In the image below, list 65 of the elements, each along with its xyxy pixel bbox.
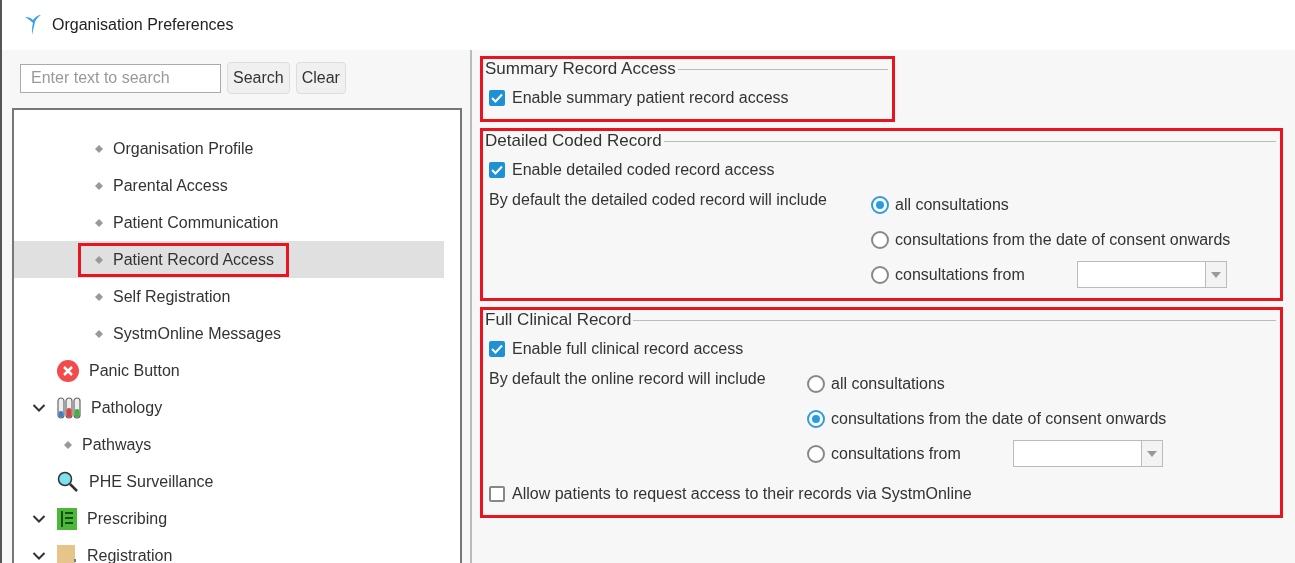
group-title: Full Clinical Record: [485, 310, 633, 330]
tree-item[interactable]: Pathology: [14, 389, 444, 426]
date-dropdown[interactable]: [1077, 261, 1227, 288]
radio-button[interactable]: [807, 444, 825, 463]
chevron-down-icon[interactable]: [32, 402, 46, 413]
checkbox-label: Allow patients to request access to their records via SystmOnline: [512, 485, 972, 503]
highlight-frame: Patient Record Access: [78, 242, 289, 277]
tree-item[interactable]: Organisation Profile: [14, 130, 444, 167]
radio-button[interactable]: [807, 409, 825, 428]
caret-icon: [1147, 450, 1157, 457]
chevron-down-icon[interactable]: [32, 550, 46, 561]
checkbox-label: Enable detailed coded record access: [512, 161, 775, 179]
bullet-icon: [95, 181, 103, 190]
checkbox[interactable]: [489, 341, 505, 357]
group-title: Detailed Coded Record: [485, 131, 663, 151]
checkmark-icon: [491, 93, 503, 103]
search-icon: [57, 470, 79, 493]
date-dropdown[interactable]: [1013, 440, 1163, 467]
search-button[interactable]: Search: [227, 62, 290, 94]
checkbox-label: Enable full clinical record access: [512, 340, 744, 358]
tree-item[interactable]: Registration: [14, 537, 444, 563]
app-logo-icon: [24, 14, 42, 36]
group-label: By default the detailed coded record will include: [489, 190, 828, 210]
error-icon: [57, 359, 79, 382]
option-label: consultations from the date of consent onwards: [831, 409, 1167, 428]
group-label: By default the online record will include: [489, 369, 767, 389]
bullet-icon: [95, 292, 103, 301]
tree-item[interactable]: Panic Button: [14, 352, 444, 389]
option-label: all consultations: [895, 195, 1009, 214]
tree-item[interactable]: SystmOnline Messages: [14, 315, 444, 352]
radio-button[interactable]: [871, 265, 889, 284]
folder-icon: [57, 544, 77, 563]
checkmark-icon: [491, 165, 503, 175]
bullet-icon: [95, 144, 103, 153]
radio-button[interactable]: [807, 374, 825, 393]
bullet-icon: [95, 218, 103, 227]
tree-item[interactable]: Parental Access: [14, 167, 444, 204]
search-field[interactable]: Enter text to search: [20, 63, 221, 93]
option-label: consultations from: [831, 444, 962, 463]
tree-item[interactable]: Self Registration: [14, 278, 444, 315]
tree-item[interactable]: PHE Surveillance: [14, 463, 444, 500]
option-label: all consultations: [831, 374, 945, 393]
bullet-icon: [64, 440, 72, 449]
bullet-icon: [95, 255, 103, 264]
checkbox[interactable]: [489, 162, 505, 178]
checkbox-label: Enable summary patient record access: [512, 89, 789, 107]
tree-item[interactable]: Prescribing: [14, 500, 444, 537]
window-title: Organisation Preferences: [52, 16, 234, 34]
clear-button[interactable]: Clear: [295, 62, 346, 94]
test-tubes-icon: [57, 396, 81, 419]
bullet-icon: [95, 329, 103, 338]
caret-icon: [1211, 271, 1221, 278]
tree-item[interactable]: Patient Record Access: [14, 241, 444, 278]
option-label: consultations from the date of consent onwards: [895, 230, 1231, 249]
group-title: Summary Record Access: [485, 59, 677, 79]
checkbox[interactable]: [489, 90, 505, 106]
prescription-pad-icon: [57, 507, 77, 530]
radio-button[interactable]: [871, 195, 889, 214]
tree-item[interactable]: Pathways: [14, 426, 444, 463]
checkbox[interactable]: [489, 486, 505, 502]
option-label: consultations from: [895, 265, 1026, 284]
radio-button[interactable]: [871, 230, 889, 249]
checkmark-icon: [491, 344, 503, 354]
chevron-down-icon[interactable]: [32, 513, 46, 524]
tree-item[interactable]: Patient Communication: [14, 204, 444, 241]
